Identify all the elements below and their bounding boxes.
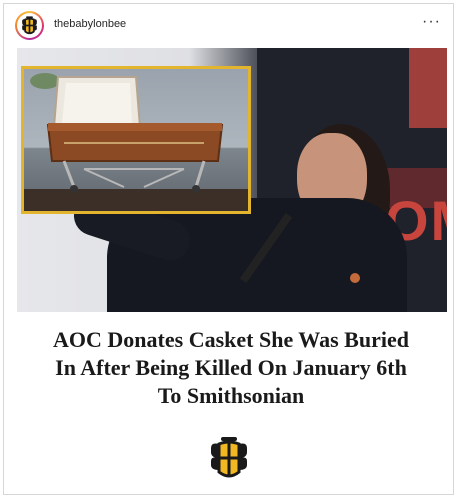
casket-inset-image: [21, 66, 251, 214]
headline-line: AOC Donates Casket She Was Buried: [53, 327, 409, 352]
babylon-bee-logo-icon: [211, 437, 247, 478]
instagram-post: thebabylonbee ··· OM: [3, 3, 454, 495]
casket-icon: [46, 76, 224, 193]
bee-avatar-icon: [17, 13, 42, 38]
post-username[interactable]: thebabylonbee: [54, 18, 126, 30]
profile-avatar[interactable]: [15, 11, 44, 40]
headline: AOC Donates Casket She Was Buried In Aft…: [19, 326, 443, 410]
banner-graphic: [409, 48, 447, 128]
headline-line: In After Being Killed On January 6th: [55, 355, 407, 380]
headline-line: To Smithsonian: [157, 383, 305, 408]
post-header: thebabylonbee ···: [4, 4, 453, 48]
lapel-pin: [350, 273, 360, 283]
more-horizontal-icon[interactable]: ···: [422, 13, 441, 31]
